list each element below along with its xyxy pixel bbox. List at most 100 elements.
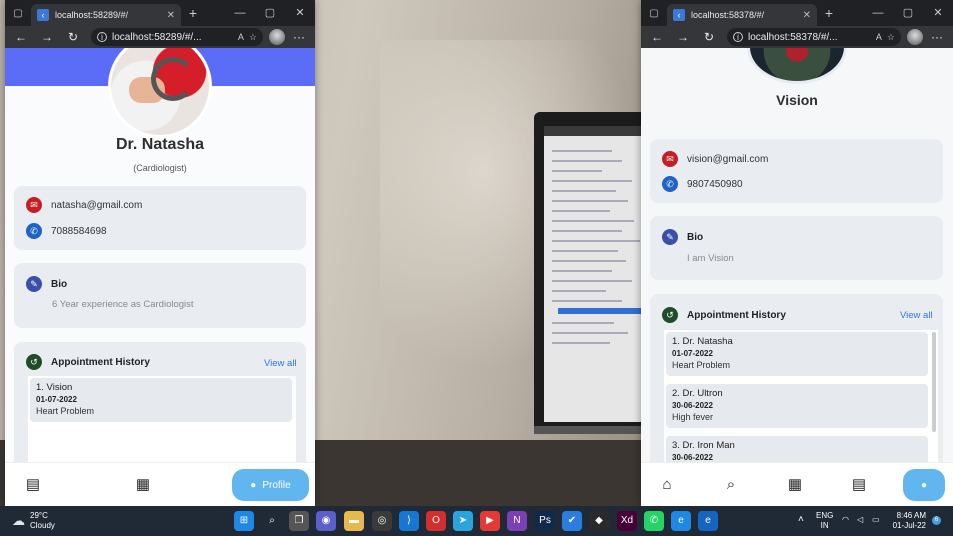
photoshop-icon[interactable]: Ps xyxy=(535,511,555,531)
email-icon: ✉ xyxy=(26,197,42,213)
browser-tab[interactable]: ‹ localhost:58289/#/ ✕ xyxy=(31,4,181,26)
appointment-item[interactable]: 2. Dr. Ultron 30-06-2022 High fever xyxy=(666,384,928,428)
profile-avatar-icon[interactable] xyxy=(907,29,923,45)
back-icon[interactable]: ← xyxy=(9,30,33,44)
more-menu-icon[interactable]: ··· xyxy=(925,30,949,44)
stethoscope-icon xyxy=(151,57,195,101)
edge-icon[interactable]: e xyxy=(671,511,691,531)
phone-icon: ✆ xyxy=(662,176,678,192)
history-list: 1. Dr. Natasha 01-07-2022 Heart Problem … xyxy=(664,330,938,480)
history-scrollbar[interactable] xyxy=(932,332,936,432)
new-tab-icon[interactable]: + xyxy=(181,5,205,21)
browser-tab[interactable]: ‹ localhost:58378/#/ ✕ xyxy=(667,4,817,26)
file-explorer-icon[interactable]: ▬ xyxy=(344,511,364,531)
appointment-item[interactable]: 1. Dr. Natasha 01-07-2022 Heart Problem xyxy=(666,332,928,376)
browser-toolbar: ← → ↻ i localhost:58378/#/... A ☆ ··· xyxy=(641,26,953,48)
vscode-icon[interactable]: ⟩ xyxy=(399,511,419,531)
bio-title: Bio xyxy=(51,278,68,290)
youtube-music-icon[interactable]: ▶ xyxy=(480,511,500,531)
address-bar[interactable]: i localhost:58378/#/... A ☆ xyxy=(727,28,901,46)
profile-nav-button[interactable]: ● xyxy=(903,469,945,501)
app-viewport: Dr. Natasha (Cardiologist) ✉ natasha@gma… xyxy=(5,48,315,506)
show-hidden-icons[interactable]: ˄ xyxy=(798,515,804,525)
close-tab-icon[interactable]: ✕ xyxy=(803,10,811,21)
tab-actions-icon[interactable]: ▢ xyxy=(5,8,31,19)
phone-row[interactable]: ✆ 9807450980 xyxy=(662,176,743,192)
appointment-date: 01-07-2022 xyxy=(672,349,713,358)
search-icon[interactable]: ⌕ xyxy=(721,475,741,495)
history-header: ↺ Appointment History xyxy=(662,307,786,323)
battery-icon[interactable]: ▭ xyxy=(872,515,880,525)
history-list: 1. Vision 01-07-2022 Heart Problem xyxy=(28,376,296,472)
weather-widget[interactable]: ☁ 29°C Cloudy xyxy=(12,511,55,531)
read-aloud-icon[interactable]: A xyxy=(876,32,882,42)
bio-header: ✎ Bio xyxy=(662,229,703,245)
calendar-icon[interactable]: ▦ xyxy=(785,475,805,495)
phone-icon: ✆ xyxy=(26,223,42,239)
browser-toolbar: ← → ↻ i localhost:58289/#/... A ☆ ··· xyxy=(5,26,315,48)
appointment-doctor: 2. Dr. Ultron xyxy=(672,388,723,399)
address-bar[interactable]: i localhost:58289/#/... A ☆ xyxy=(91,28,263,46)
task-view-icon[interactable]: ❐ xyxy=(289,511,309,531)
close-window-icon[interactable]: ✕ xyxy=(285,0,315,26)
chat-icon[interactable]: ▤ xyxy=(23,475,43,495)
view-all-link[interactable]: View all xyxy=(900,310,933,321)
whatsapp-icon[interactable]: ✆ xyxy=(644,511,664,531)
maximize-icon[interactable]: ▢ xyxy=(255,0,285,26)
todo-icon[interactable]: ✔ xyxy=(562,511,582,531)
volume-icon[interactable]: ◁ xyxy=(857,515,863,525)
clock[interactable]: 8:46 AM 01-Jul-22 xyxy=(892,511,926,531)
onenote-icon[interactable]: N xyxy=(507,511,527,531)
search-icon[interactable]: ⌕ xyxy=(262,511,282,531)
view-all-link[interactable]: View all xyxy=(264,358,297,369)
bio-text: 6 Year experience as Cardiologist xyxy=(52,299,194,310)
figma-icon[interactable]: ◆ xyxy=(589,511,609,531)
calendar-icon[interactable]: ▦ xyxy=(133,475,153,495)
email-row[interactable]: ✉ natasha@gmail.com xyxy=(26,197,142,213)
forward-icon[interactable]: → xyxy=(35,30,59,44)
maximize-icon[interactable]: ▢ xyxy=(893,0,923,26)
flutter-favicon-icon: ‹ xyxy=(673,9,685,21)
more-menu-icon[interactable]: ··· xyxy=(287,30,311,44)
telegram-icon[interactable]: ➤ xyxy=(453,511,473,531)
profile-nav-button[interactable]: ● Profile xyxy=(232,469,309,501)
site-info-icon[interactable]: i xyxy=(733,32,743,42)
minimize-icon[interactable]: — xyxy=(863,0,893,26)
chrome-icon[interactable]: ◎ xyxy=(372,511,392,531)
close-window-icon[interactable]: ✕ xyxy=(923,0,953,26)
minimize-icon[interactable]: — xyxy=(225,0,255,26)
site-info-icon[interactable]: i xyxy=(97,32,107,42)
xd-icon[interactable]: Xd xyxy=(617,511,637,531)
favorite-icon[interactable]: ☆ xyxy=(887,32,895,43)
profile-avatar-icon[interactable] xyxy=(269,29,285,45)
home-icon[interactable]: ⌂ xyxy=(657,475,677,495)
language-indicator[interactable]: ENG IN xyxy=(816,511,833,531)
email-text: natasha@gmail.com xyxy=(51,199,143,211)
teams-chat-icon[interactable]: ◉ xyxy=(316,511,336,531)
email-row[interactable]: ✉ vision@gmail.com xyxy=(662,151,768,167)
email-icon: ✉ xyxy=(662,151,678,167)
weather-temperature: 29°C xyxy=(30,511,48,520)
start-icon[interactable]: ⊞ xyxy=(234,511,254,531)
browser-window-left: ▢ ‹ localhost:58289/#/ ✕ + — ▢ ✕ ← → ↻ i… xyxy=(5,0,315,506)
phone-row[interactable]: ✆ 7088584698 xyxy=(26,223,107,239)
edge-dev-icon[interactable]: e xyxy=(698,511,718,531)
reload-icon[interactable]: ↻ xyxy=(697,30,721,44)
bio-card: ✎ Bio I am Vision xyxy=(650,216,943,280)
opera-icon[interactable]: O xyxy=(426,511,446,531)
appointment-doctor: 1. Dr. Natasha xyxy=(672,336,733,347)
appointment-item[interactable]: 1. Vision 01-07-2022 Heart Problem xyxy=(30,378,292,422)
close-tab-icon[interactable]: ✕ xyxy=(167,10,175,21)
notification-badge[interactable]: 6 xyxy=(932,516,941,525)
wifi-icon[interactable]: ◠ xyxy=(842,515,849,525)
tab-actions-icon[interactable]: ▢ xyxy=(641,8,667,19)
chat-icon[interactable]: ▤ xyxy=(849,475,869,495)
new-tab-icon[interactable]: + xyxy=(817,5,841,21)
reload-icon[interactable]: ↻ xyxy=(61,30,85,44)
forward-icon[interactable]: → xyxy=(671,30,695,44)
favorite-icon[interactable]: ☆ xyxy=(249,32,257,43)
read-aloud-icon[interactable]: A xyxy=(238,32,244,42)
person-icon: ● xyxy=(920,479,928,491)
back-icon[interactable]: ← xyxy=(645,30,669,44)
appointment-history-card: ↺ Appointment History View all 1. Vision… xyxy=(14,342,306,472)
